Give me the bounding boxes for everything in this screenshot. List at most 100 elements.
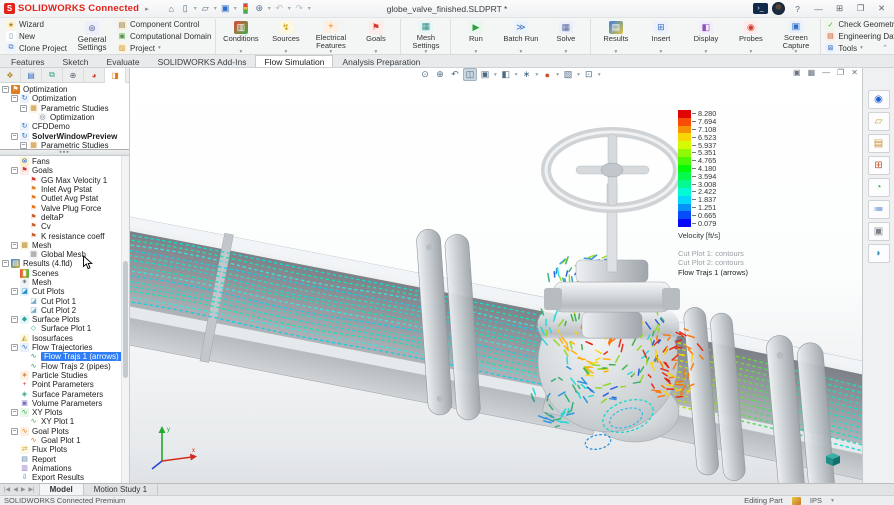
project-tree-item-parametric-studies[interactable]: −▦Parametric Studies: [0, 104, 129, 113]
edit-appearance-caret[interactable]: ▾: [556, 72, 559, 78]
analysis-tree-item-flow-trajs-2-pipes-[interactable]: +∿Flow Trajs 2 (pipes): [0, 362, 121, 371]
tab-navigation-arrows[interactable]: |◀◀▶▶|: [0, 484, 40, 495]
design-library-icon[interactable]: ▱: [868, 112, 890, 131]
goals-button[interactable]: ⚑Goals▾: [353, 19, 398, 54]
probes-button[interactable]: ◉Probes▾: [728, 19, 773, 54]
project-tree-item-cfddemo[interactable]: +↻CFDDemo: [0, 122, 129, 131]
batch-run-button[interactable]: ≫Batch Run▾: [498, 19, 543, 54]
analysis-tree-item-global-mesh[interactable]: +▦Global Mesh: [0, 250, 121, 259]
tab-features[interactable]: Features: [2, 55, 54, 67]
project-button[interactable]: ▨Project▾: [117, 43, 211, 54]
graphics-viewport[interactable]: ⊙⊕↶◫▣▾◧▾∗▾●▾▧▾⊡▾ ▣ ▦ — ❐ ✕ 8.2807.6947.1…: [130, 68, 862, 483]
logo-expand-caret[interactable]: ▸: [145, 5, 149, 13]
dropdown-caret[interactable]: ▾: [750, 50, 753, 54]
open-button[interactable]: ▱: [199, 2, 212, 16]
new-document-caret[interactable]: ▾: [194, 5, 197, 12]
new-button[interactable]: ▯New: [6, 31, 67, 42]
view-settings-button[interactable]: ⊡: [582, 68, 596, 81]
analysis-tree-item-xy-plots[interactable]: −∿XY Plots: [0, 408, 121, 417]
dropdown-caret[interactable]: ▾: [705, 50, 708, 54]
project-tree-item-optimization[interactable]: +◎Optimization: [0, 113, 129, 122]
comments-icon[interactable]: ◗: [868, 244, 890, 263]
analysis-tree-item-scenes[interactable]: +▮Scenes: [0, 269, 121, 278]
tree-expander[interactable]: −: [2, 86, 9, 93]
doc-tile-icon[interactable]: ▦: [808, 68, 816, 77]
dropdown-caret[interactable]: ▾: [158, 46, 161, 50]
analysis-tree-item-cv[interactable]: +⚑Cv: [0, 222, 121, 231]
section-view-button[interactable]: ◫: [463, 68, 477, 81]
mesh-settings-button[interactable]: ▦Mesh Settings▾: [403, 19, 448, 54]
tree-expander[interactable]: −: [11, 409, 18, 416]
new-document-button[interactable]: ▯: [179, 2, 192, 16]
analysis-tree-item-k-resistance-coeff[interactable]: +⚑K resistance coeff: [0, 231, 121, 240]
tab-motion-study-1[interactable]: Motion Study 1: [84, 484, 158, 495]
dropdown-caret[interactable]: ▾: [565, 50, 568, 54]
layout-button[interactable]: ⊞: [831, 2, 848, 16]
run-button[interactable]: ▶Run▾: [453, 19, 498, 54]
analysis-tree-item-particle-studies[interactable]: +∗Particle Studies: [0, 371, 121, 380]
analysis-tree-item-xy-plot-1[interactable]: +∿XY Plot 1: [0, 417, 121, 426]
conditions-button[interactable]: ▥Conditions▾: [218, 19, 263, 54]
project-tree-item-solverwindowpreview[interactable]: −↻SolverWindowPreview: [0, 131, 129, 140]
analysis-tree-item-fans[interactable]: +⊗Fans: [0, 157, 121, 166]
tab-model[interactable]: Model: [40, 484, 84, 495]
panel-tab-display-manager[interactable]: ◕: [84, 68, 105, 82]
analysis-tree-item-isosurfaces[interactable]: +◭Isosurfaces: [0, 334, 121, 343]
tree-expander[interactable]: −: [20, 105, 27, 112]
doc-minimize-button[interactable]: —: [822, 68, 830, 77]
display-button[interactable]: ◧Display▾: [683, 19, 728, 54]
settings-button[interactable]: ⊛: [253, 2, 266, 16]
tree-expander[interactable]: −: [11, 288, 18, 295]
view-settings-caret[interactable]: ▾: [598, 72, 601, 78]
dropdown-caret[interactable]: ▾: [330, 50, 333, 54]
tree-expander[interactable]: −: [11, 316, 18, 323]
undo-caret[interactable]: ▾: [288, 5, 291, 12]
panel-tab-configuration-manager[interactable]: ⧉: [42, 68, 63, 82]
analysis-tree-item-goal-plot-1[interactable]: +∿Goal Plot 1: [0, 436, 121, 445]
restore-button[interactable]: ❐: [852, 2, 869, 16]
screen-capture-button[interactable]: ▣Screen Capture▾: [773, 19, 818, 54]
close-button[interactable]: ✕: [873, 2, 890, 16]
dropdown-caret[interactable]: ▾: [520, 50, 523, 54]
tree-expander[interactable]: −: [11, 344, 18, 351]
analysis-tree-item-cut-plot-1[interactable]: +◪Cut Plot 1: [0, 296, 121, 305]
electrical-features-button[interactable]: +Electrical Features▾: [308, 19, 353, 54]
minimize-button[interactable]: —: [810, 2, 827, 16]
unit-system-caret[interactable]: ▾: [831, 497, 834, 504]
display-style-button[interactable]: ◧: [499, 68, 513, 81]
apply-scene-button[interactable]: ▧: [561, 68, 575, 81]
tree-expander[interactable]: −: [11, 133, 18, 140]
analysis-tree-item-inlet-avg-pstat[interactable]: +⚑Inlet Avg Pstat: [0, 185, 121, 194]
panel-tab-dimxpert-manager[interactable]: ⊕: [63, 68, 84, 82]
tree-expander[interactable]: −: [11, 242, 18, 249]
lifecycle-status-button[interactable]: [239, 2, 252, 16]
clone-project-button[interactable]: ⧉Clone Project: [6, 43, 67, 54]
results-button[interactable]: ▤Results▾: [593, 19, 638, 54]
velocity-color-legend[interactable]: 8.2807.6947.1086.5235.9375.3514.7654.180…: [678, 110, 748, 277]
doc-close-button[interactable]: ✕: [851, 68, 858, 77]
tab-flow-simulation[interactable]: Flow Simulation: [255, 55, 333, 67]
analysis-tree-item-valve-plug-force[interactable]: +⚑Valve Plug Force: [0, 203, 121, 212]
panel-tab-feature-manager[interactable]: ❖: [0, 68, 21, 82]
project-tree-item-optimization[interactable]: −⚑Optimization: [0, 85, 129, 94]
hide-show-items-caret[interactable]: ▾: [536, 72, 539, 78]
zoom-to-fit-button[interactable]: ⊙: [418, 68, 432, 81]
dropdown-caret[interactable]: ▾: [860, 46, 863, 50]
analysis-tree-item-mesh[interactable]: −▦Mesh: [0, 241, 121, 250]
unit-system-selector[interactable]: IPS: [810, 496, 822, 505]
computational-domain-button[interactable]: ▣Computational Domain: [117, 31, 211, 42]
previous-view-button[interactable]: ↶: [448, 68, 462, 81]
edit-appearance-button[interactable]: ●: [540, 68, 554, 81]
hide-show-items-button[interactable]: ∗: [520, 68, 534, 81]
tab-analysis-preparation[interactable]: Analysis Preparation: [333, 55, 429, 67]
general-settings-button[interactable]: ⊛General Settings: [71, 21, 113, 52]
panel-tab-property-manager[interactable]: ▤: [21, 68, 42, 82]
view-orientation-caret[interactable]: ▾: [494, 72, 497, 78]
panel-splitter[interactable]: ▪▪▪: [0, 149, 129, 156]
analysis-tree-item-flux-plots[interactable]: +⇄Flux Plots: [0, 445, 121, 454]
tab-evaluate[interactable]: Evaluate: [98, 55, 149, 67]
undo-button[interactable]: ↶: [273, 2, 286, 16]
zoom-to-area-button[interactable]: ⊕: [433, 68, 447, 81]
analysis-tree-item-goal-plots[interactable]: −∿Goal Plots: [0, 427, 121, 436]
settings-caret[interactable]: ▾: [268, 5, 271, 12]
